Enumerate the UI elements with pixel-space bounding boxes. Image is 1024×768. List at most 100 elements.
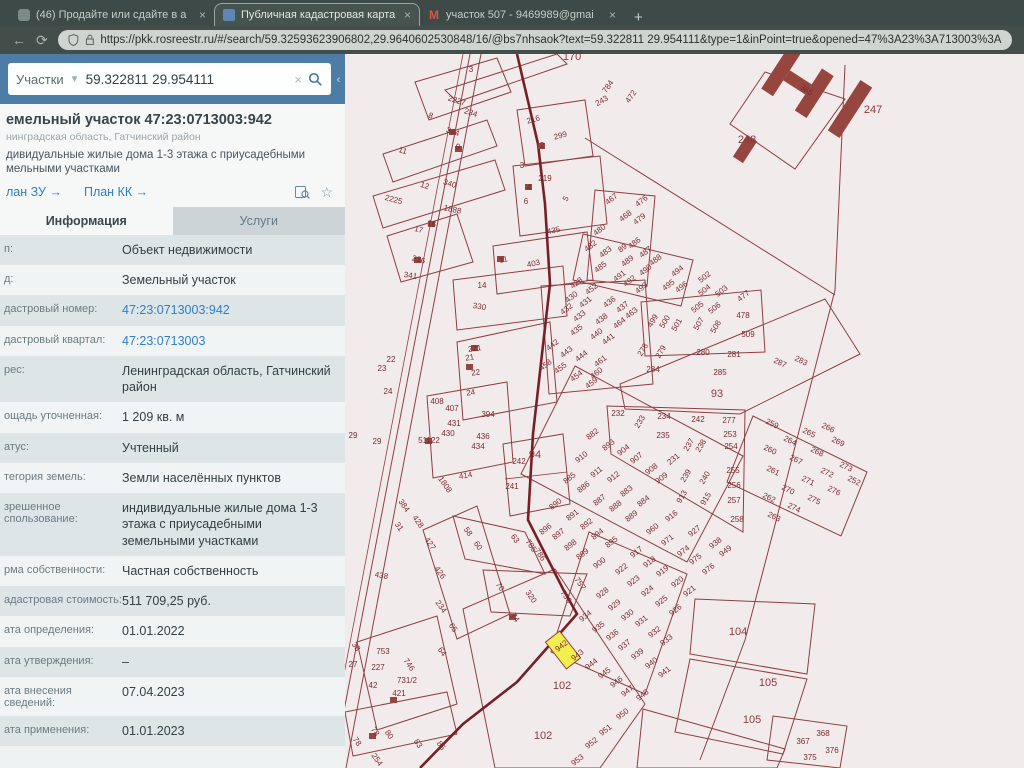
tab-information[interactable]: Информация: [0, 207, 173, 235]
info-row-label: дастровый квартал:: [4, 333, 122, 349]
parcel-label[interactable]: 431: [447, 419, 461, 428]
tab-close-icon[interactable]: ×: [609, 8, 616, 22]
parcel-label[interactable]: 375: [803, 753, 817, 762]
back-icon[interactable]: ←: [12, 33, 26, 47]
parcel-label[interactable]: 242: [512, 457, 526, 466]
parcel-label[interactable]: 51122: [418, 436, 440, 445]
url-bar[interactable]: https://pkk.rosreestr.ru/#/search/59.325…: [58, 30, 1012, 50]
parcel-label[interactable]: 241: [505, 482, 519, 491]
parcel-label[interactable]: 284: [646, 365, 660, 374]
parcel-label[interactable]: 253: [723, 430, 737, 439]
parcel-label[interactable]: 4: [527, 183, 532, 192]
parcel-label[interactable]: 408: [430, 397, 444, 406]
parcel-label[interactable]: 280: [696, 348, 710, 357]
parcel-label[interactable]: 232: [611, 409, 625, 418]
parcel-label[interactable]: 248: [738, 134, 756, 146]
parcel-label[interactable]: 434: [471, 442, 485, 451]
parcel-label[interactable]: 27: [349, 660, 358, 669]
info-rows: п:Объект недвижимостид:Земельный участок…: [0, 235, 345, 746]
parcel-label[interactable]: 430: [441, 429, 455, 438]
info-row: ата внесения сведений:07.04.2023: [0, 677, 345, 716]
parcel-label[interactable]: 753: [376, 647, 390, 656]
parcel-label[interactable]: 254: [724, 442, 738, 451]
parcel-label[interactable]: 281: [727, 350, 741, 359]
tab-close-icon[interactable]: ×: [404, 8, 411, 22]
new-tab-button[interactable]: +: [634, 9, 643, 26]
search-icon[interactable]: [308, 72, 323, 87]
parcel-label[interactable]: 22: [471, 367, 482, 377]
parcel-label[interactable]: 255: [726, 466, 740, 475]
parcel-subtitle: нинградская область, Гатчинский район: [6, 131, 333, 143]
parcel-label[interactable]: 509: [741, 330, 755, 339]
parcel-label[interactable]: 42: [369, 681, 378, 690]
reload-icon[interactable]: ⟳: [36, 33, 48, 47]
parcel-label[interactable]: 257: [727, 496, 741, 505]
parcel-label[interactable]: 368: [816, 729, 830, 738]
parcel-label[interactable]: 247: [864, 104, 882, 116]
parcel-label[interactable]: 256: [727, 481, 741, 490]
browser-tab-1[interactable]: (46) Продайте или сдайте в а ×: [10, 4, 214, 26]
browser-chrome: (46) Продайте или сдайте в а × Публичная…: [0, 0, 1024, 54]
parcel-label[interactable]: 227: [371, 663, 385, 672]
browser-tab-2-active[interactable]: Публичная кадастровая карта ×: [214, 3, 420, 26]
parcel-label[interactable]: 29: [349, 431, 358, 440]
parcel-label[interactable]: 29: [373, 437, 382, 446]
clear-search-icon[interactable]: ×: [294, 72, 302, 87]
search-input[interactable]: 59.322811 29.954111: [86, 72, 289, 87]
search-box: Участки ▼ 59.322811 29.954111 ×: [8, 63, 331, 95]
search-category-dropdown[interactable]: Участки: [16, 72, 64, 87]
parcel-label[interactable]: 367: [796, 737, 810, 746]
parcel-label[interactable]: 24: [466, 387, 477, 397]
parcel-label[interactable]: 104: [729, 626, 747, 638]
pkk-app: Участки ▼ 59.322811 29.954111 × ‹ емельн…: [0, 54, 1024, 768]
favorite-star-icon[interactable]: ☆: [320, 184, 333, 201]
parcel-label[interactable]: 421: [392, 689, 406, 698]
parcel-label[interactable]: 376: [825, 746, 839, 755]
parcel-label[interactable]: 235: [656, 431, 670, 440]
parcel-label[interactable]: 24: [384, 387, 393, 396]
parcel-label[interactable]: 105: [759, 677, 777, 689]
parcel-label[interactable]: 105: [743, 714, 761, 726]
parcel-label[interactable]: 22: [387, 355, 396, 364]
info-row-value[interactable]: 47:23:0713003:942: [122, 302, 337, 318]
plan-zu-link[interactable]: лан ЗУ →: [6, 185, 62, 199]
parcel-label[interactable]: 3: [520, 161, 525, 170]
parcel-label[interactable]: 478: [736, 311, 750, 320]
parcel-label[interactable]: 731/2: [397, 676, 418, 685]
parcel-label[interactable]: 407: [445, 404, 459, 413]
parcel-label[interactable]: 21: [465, 352, 476, 362]
parcel-label[interactable]: 14: [478, 281, 487, 290]
parcel-label[interactable]: 102: [553, 680, 571, 692]
parcel-label[interactable]: 277: [722, 416, 736, 425]
info-row-label: рма собственности:: [4, 563, 122, 579]
plan-kk-link[interactable]: План КК →: [84, 185, 148, 199]
parcel-label[interactable]: 2: [540, 141, 545, 150]
sidebar-collapse-button[interactable]: ‹: [332, 68, 345, 92]
info-row-value: Учтенный: [122, 440, 337, 456]
browser-tab-3[interactable]: M участок 507 - 9469989@gmai ×: [420, 4, 624, 26]
info-row-label: зрешенное спользование:: [4, 500, 122, 549]
tab-services[interactable]: Услуги: [173, 207, 346, 235]
info-row-value: 511 709,25 руб.: [122, 593, 337, 609]
parcel-label[interactable]: 102: [534, 730, 552, 742]
parcel-label[interactable]: 234: [657, 412, 671, 421]
parcel-label[interactable]: 94: [529, 449, 541, 461]
parcel-label[interactable]: 242: [691, 415, 705, 424]
info-row-value[interactable]: 47:23:0713003: [122, 333, 337, 349]
parcel-label[interactable]: 6: [524, 197, 529, 206]
parcel-label[interactable]: 219: [538, 174, 552, 183]
parcel-label[interactable]: 258: [730, 515, 744, 524]
sidebar-tabs: Информация Услуги: [0, 207, 345, 235]
parcel-label[interactable]: 23: [378, 364, 387, 373]
parcel-label[interactable]: 285: [713, 368, 727, 377]
parcel-label[interactable]: 170: [563, 54, 581, 63]
cadastral-map[interactable]: 3170222723483449216299224378447224724836…: [345, 54, 1024, 768]
info-row: ата применения:01.01.2023: [0, 716, 345, 746]
parcel-label[interactable]: 3: [469, 65, 474, 74]
tab-close-icon[interactable]: ×: [199, 8, 206, 22]
parcel-label[interactable]: 436: [476, 432, 490, 441]
parcel-label[interactable]: 394: [481, 410, 495, 419]
preview-icon[interactable]: [295, 186, 310, 199]
chevron-down-icon[interactable]: ▼: [70, 74, 80, 85]
parcel-label[interactable]: 93: [711, 388, 723, 400]
